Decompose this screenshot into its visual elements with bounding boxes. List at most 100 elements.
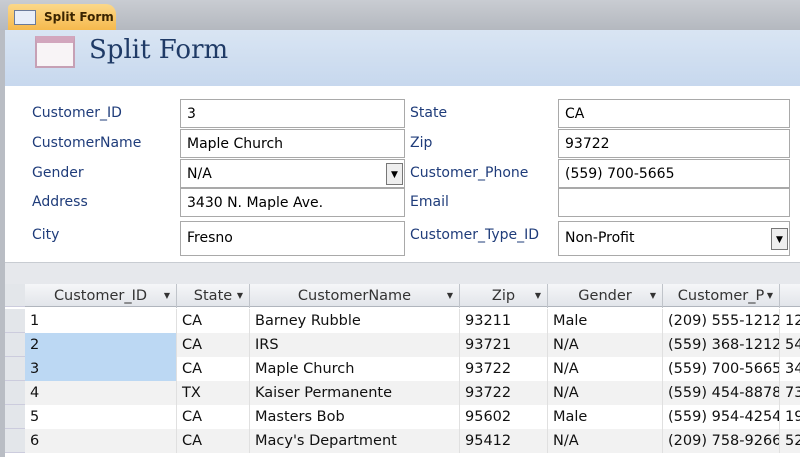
city-field[interactable]: Fresno	[180, 221, 405, 256]
table-row[interactable]: 4 TX Kaiser Permanente 93722 N/A (559) 454-88…	[5, 381, 800, 405]
table-cell[interactable]: 93722	[460, 381, 548, 405]
table-cell[interactable]: (209) 555-1212	[663, 309, 780, 333]
column-header-label: CustomerName	[297, 288, 412, 304]
type-combobox[interactable]: Non-Profit ▼	[558, 221, 790, 256]
gender-value: N/A	[187, 166, 212, 182]
table-cell[interactable]: (209) 758-9266	[663, 429, 780, 453]
table-cell[interactable]: N/A	[548, 429, 663, 453]
email-field[interactable]	[558, 188, 790, 217]
table-cell[interactable]: TX	[177, 381, 250, 405]
column-header-label: Customer_P	[677, 288, 765, 304]
column-header[interactable]: Gender ▼	[548, 284, 663, 308]
record-selector[interactable]	[5, 309, 25, 333]
record-selector[interactable]	[5, 381, 25, 405]
phone-field[interactable]: (559) 700-5665	[558, 159, 790, 188]
table-cell[interactable]: (559) 954-4254	[663, 405, 780, 429]
zip-field[interactable]: 93722	[558, 129, 790, 158]
table-cell[interactable]: 3	[25, 357, 177, 381]
table-cell[interactable]: 95602	[460, 405, 548, 429]
table-cell[interactable]: Macy's Department	[250, 429, 460, 453]
table-row[interactable]: 6 CA Macy's Department 95412 N/A (209) 758-92…	[5, 429, 800, 453]
table-cell[interactable]: CA	[177, 357, 250, 381]
state-field[interactable]: CA	[558, 99, 790, 128]
table-cell[interactable]: CA	[177, 309, 250, 333]
table-cell[interactable]: 19	[780, 405, 800, 429]
column-header-label: Customer_ID	[53, 288, 148, 304]
table-cell[interactable]: 95412	[460, 429, 548, 453]
table-cell[interactable]: IRS	[250, 333, 460, 357]
table-cell[interactable]: N/A	[548, 357, 663, 381]
column-header[interactable]: Zip ▼	[460, 284, 548, 308]
table-cell[interactable]: 93722	[460, 357, 548, 381]
table-cell[interactable]: Barney Rubble	[250, 309, 460, 333]
table-cell[interactable]: 93721	[460, 333, 548, 357]
table-cell[interactable]: Kaiser Permanente	[250, 381, 460, 405]
table-row[interactable]: 5CAMasters Bob95602Male(559) 954-425419	[5, 405, 800, 429]
column-header-label: State	[193, 288, 233, 304]
table-cell[interactable]: 6	[25, 429, 177, 453]
table-cell[interactable]: N/A	[548, 381, 663, 405]
record-selector[interactable]	[5, 429, 25, 453]
table-cell[interactable]: 93211	[460, 309, 548, 333]
column-header-row: Customer_ID ▼ State ▼ CustomerName ▼ Zip ▼ Gende…	[5, 284, 800, 308]
table-row[interactable]: 2CAIRS93721N/A(559) 368-121254	[5, 333, 800, 357]
table-cell[interactable]: CA	[177, 405, 250, 429]
chevron-down-icon[interactable]: ▼	[535, 284, 541, 308]
table-cell[interactable]: N/A	[548, 333, 663, 357]
address-value: 3430 N. Maple Ave.	[187, 195, 324, 211]
table-cell[interactable]: CA	[177, 429, 250, 453]
table-cell[interactable]: Male	[548, 405, 663, 429]
table-cell[interactable]: 34	[780, 357, 800, 381]
zip-label: Zip	[410, 135, 433, 151]
table-cell[interactable]: Masters Bob	[250, 405, 460, 429]
customer-name-field[interactable]: Maple Church	[180, 129, 405, 158]
table-cell[interactable]: 2	[25, 333, 177, 357]
table-cell[interactable]: 5	[25, 405, 177, 429]
column-header[interactable]	[780, 284, 800, 308]
form-icon	[35, 36, 75, 68]
customer-id-field[interactable]: 3	[180, 99, 405, 128]
table-row[interactable]: 1 CA Barney Rubble 93211 Male (209) 555-1212 1…	[5, 309, 800, 333]
column-header[interactable]: Customer_P ▼	[663, 284, 780, 308]
chevron-down-icon[interactable]: ▼	[771, 228, 788, 250]
customer-name-value: Maple Church	[187, 136, 284, 152]
table-cell[interactable]: (559) 454-8878	[663, 381, 780, 405]
table-cell[interactable]: 4	[25, 381, 177, 405]
splitter-bar[interactable]	[5, 262, 800, 284]
column-header[interactable]: State ▼	[177, 284, 250, 308]
table-cell[interactable]: Maple Church	[250, 357, 460, 381]
table-row[interactable]: 3CAMaple Church93722N/A(559) 700-566534	[5, 357, 800, 381]
table-cell[interactable]: (559) 368-1212	[663, 333, 780, 357]
chevron-down-icon[interactable]: ▼	[237, 284, 243, 308]
customer-name-label: CustomerName	[32, 135, 142, 151]
table-cell[interactable]: Male	[548, 309, 663, 333]
page-title: Split Form	[89, 35, 229, 65]
table-cell[interactable]: (559) 700-5665	[663, 357, 780, 381]
customer-id-value: 3	[187, 106, 196, 122]
table-cell[interactable]: 73	[780, 381, 800, 405]
table-cell[interactable]: 1	[25, 309, 177, 333]
chevron-down-icon[interactable]: ▼	[386, 163, 403, 185]
gender-combobox[interactable]: N/A ▼	[180, 159, 405, 188]
table-cell[interactable]: 52	[780, 429, 800, 453]
form-header: Split Form	[5, 30, 800, 86]
column-header[interactable]: Customer_ID ▼	[25, 284, 177, 308]
table-cell[interactable]: 12	[780, 309, 800, 333]
record-selector[interactable]	[5, 405, 25, 429]
state-label: State	[410, 105, 448, 121]
record-selector[interactable]	[5, 357, 25, 381]
chevron-down-icon[interactable]: ▼	[650, 284, 656, 308]
table-cell[interactable]: 54	[780, 333, 800, 357]
city-label: City	[32, 227, 60, 243]
tab-split-form[interactable]: Split Form	[8, 4, 116, 30]
address-field[interactable]: 3430 N. Maple Ave.	[180, 188, 405, 217]
select-all-button[interactable]	[5, 284, 25, 307]
column-header[interactable]: CustomerName ▼	[250, 284, 460, 308]
chevron-down-icon[interactable]: ▼	[164, 284, 170, 308]
record-selector[interactable]	[5, 333, 25, 357]
table-cell[interactable]: CA	[177, 333, 250, 357]
chevron-down-icon[interactable]: ▼	[447, 284, 453, 308]
chevron-down-icon[interactable]: ▼	[767, 284, 773, 308]
phone-value: (559) 700-5665	[565, 166, 675, 182]
column-header-label: Zip	[491, 288, 516, 304]
